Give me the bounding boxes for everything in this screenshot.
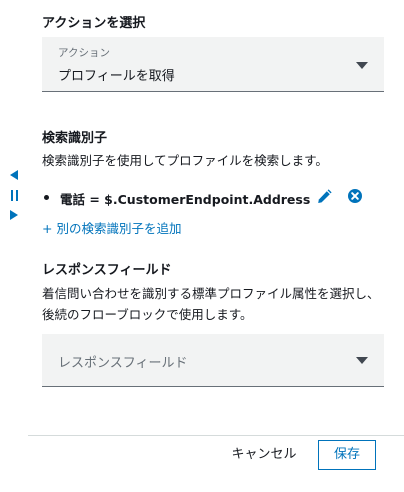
expand-right-icon[interactable] [10,210,18,220]
remove-circle-icon[interactable] [347,188,363,204]
search-identifier-item-text: 電話 = $.CustomerEndpoint.Address [60,192,311,207]
response-fields-description: 着信問い合わせを識別する標準プロファイル属性を選択し、後続のフローブロックで使用… [42,286,380,322]
properties-panel: アクションを選択 アクション プロフィールを取得 検索識別子 検索識別子を使用し… [28,0,404,492]
search-identifier-description: 検索識別子を使用してプロファイルを検索します。 [42,153,328,168]
search-identifier-item: 電話 = $.CustomerEndpoint.Address [44,186,384,210]
collapse-left-icon[interactable] [10,170,18,180]
cancel-button[interactable]: キャンセル [224,440,304,470]
action-select[interactable]: アクション プロフィールを取得 [42,37,384,92]
response-fields-placeholder: レスポンスフィールド [58,356,188,371]
search-identifier-heading: 検索識別子 [42,131,108,146]
response-fields-heading: レスポンスフィールド [42,263,172,278]
panel-resize-handle[interactable] [9,170,21,222]
footer-divider [28,435,404,436]
action-select-value: プロフィールを取得 [58,69,175,84]
drag-handle-icon[interactable] [11,190,18,201]
caret-down-icon[interactable] [356,62,368,69]
add-search-identifier-link[interactable]: + 別の検索識別子を追加 [42,218,181,237]
caret-down-icon[interactable] [356,357,368,364]
response-fields-select[interactable]: レスポンスフィールド [42,334,384,387]
action-select-label: アクション [58,47,110,59]
save-button[interactable]: 保存 [318,440,376,470]
pencil-icon[interactable] [316,189,332,205]
action-heading: アクションを選択 [42,16,146,31]
bullet-icon [44,195,49,200]
